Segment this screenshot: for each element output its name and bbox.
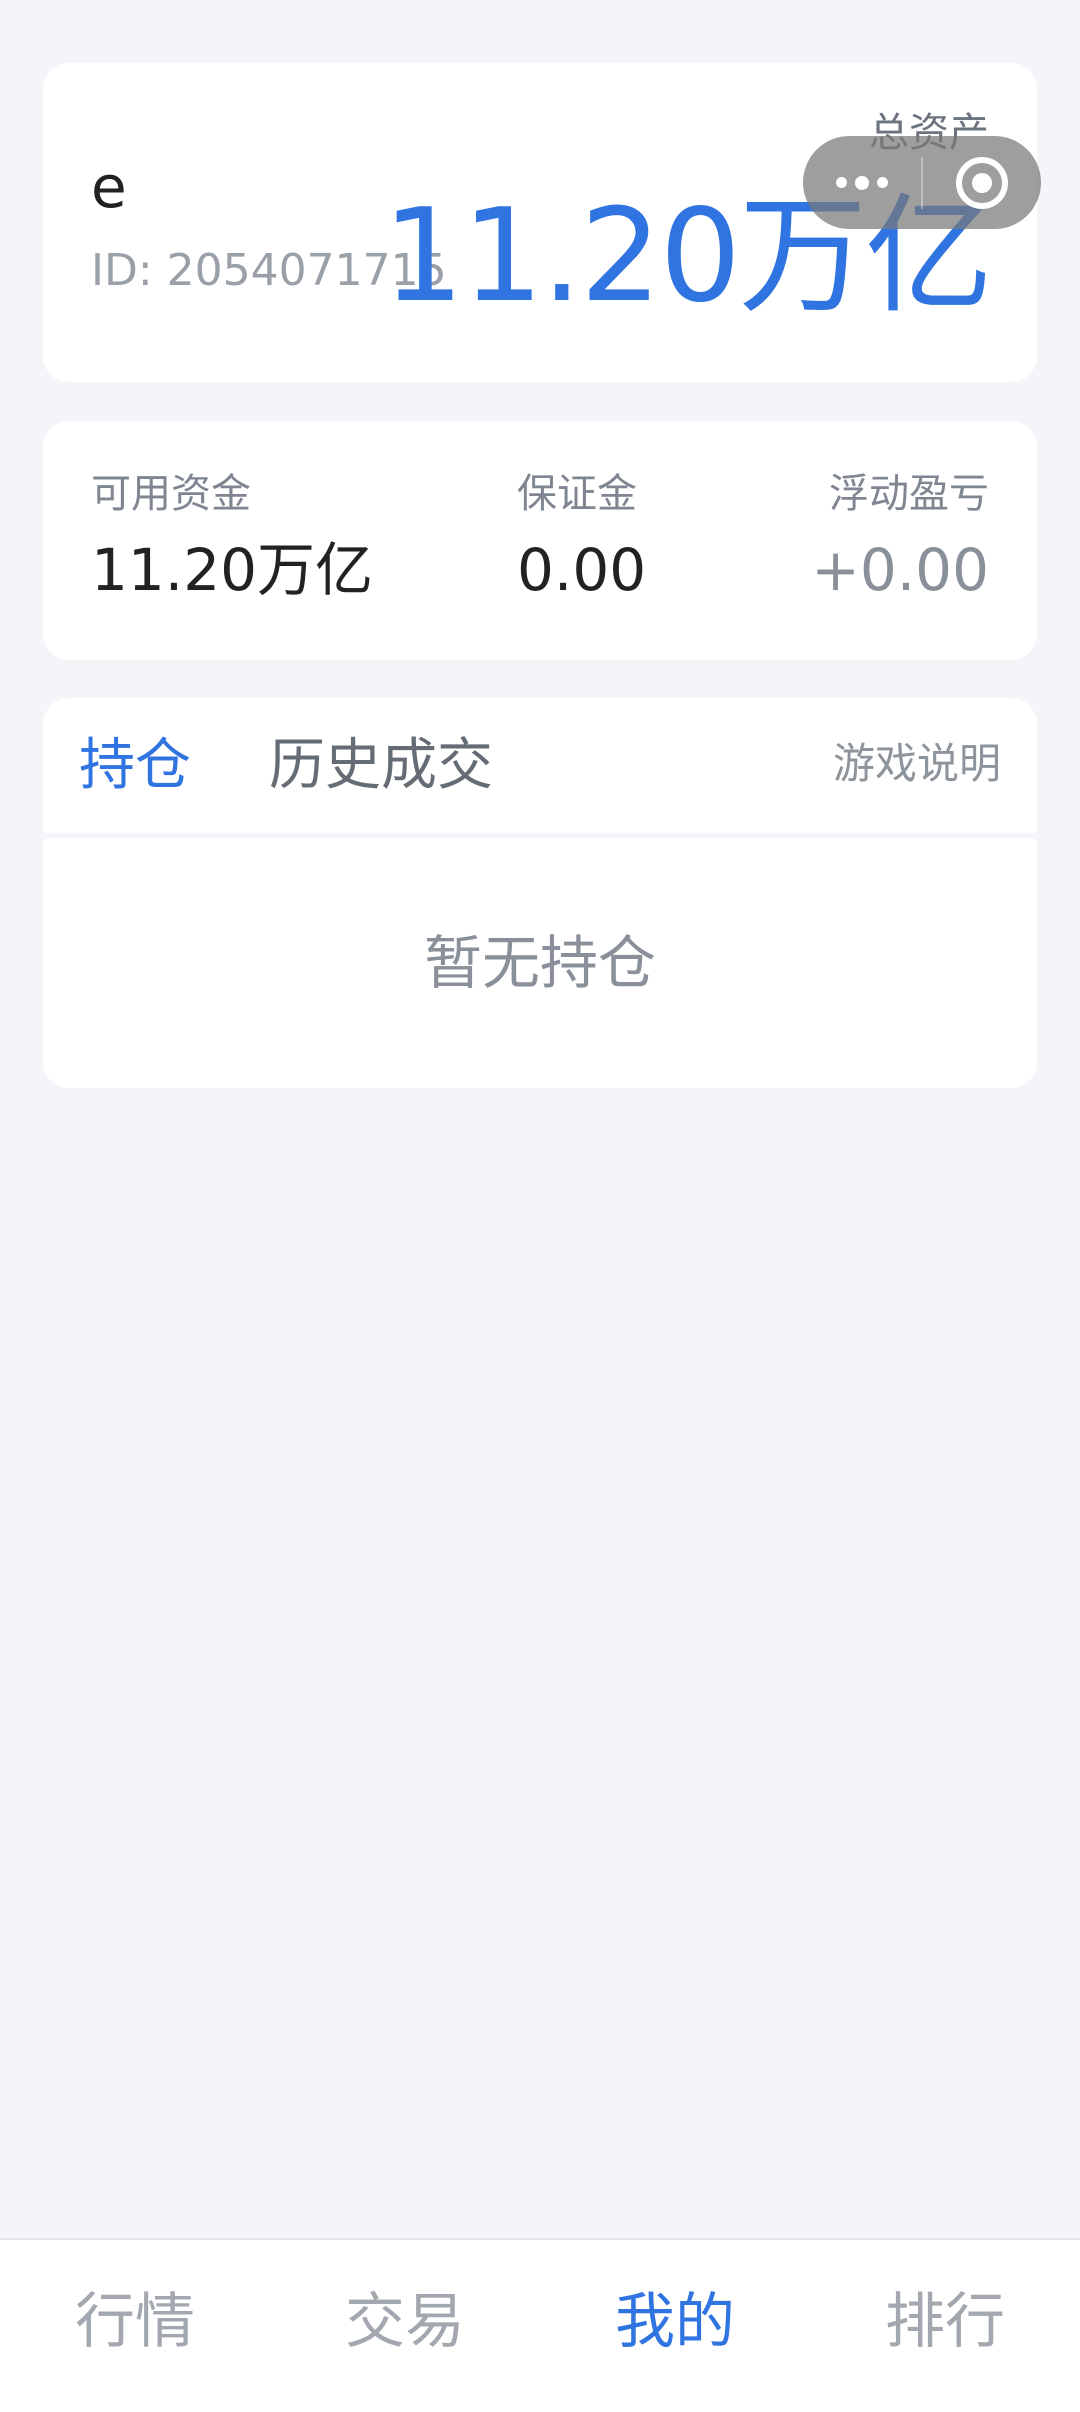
game-help-link[interactable]: 游戏说明 bbox=[833, 743, 1001, 785]
bottom-nav: 行情 交易 我的 排行 bbox=[0, 2238, 1080, 2412]
nav-market[interactable]: 行情 bbox=[0, 2240, 270, 2412]
margin-value: 0.00 bbox=[517, 536, 647, 604]
positions-panel: 暂无持仓 bbox=[43, 838, 1037, 1088]
mini-program-capsule bbox=[803, 136, 1041, 229]
tab-history[interactable]: 历史成交 bbox=[269, 738, 493, 794]
close-target-icon[interactable] bbox=[923, 136, 1041, 229]
floating-pnl-value: +0.00 bbox=[811, 536, 989, 604]
profile-page: e ID: 2054071715 总资产 11.20万亿 可用资金 11.20万… bbox=[0, 0, 1080, 2412]
nav-ranking[interactable]: 排行 bbox=[810, 2240, 1080, 2412]
available-funds-label: 可用资金 bbox=[91, 471, 251, 517]
floating-pnl-label: 浮动盈亏 bbox=[829, 471, 989, 517]
nav-mine[interactable]: 我的 bbox=[540, 2240, 810, 2412]
margin-label: 保证金 bbox=[517, 471, 637, 517]
nav-trade[interactable]: 交易 bbox=[270, 2240, 540, 2412]
available-funds-value: 11.20万亿 bbox=[91, 536, 374, 604]
empty-state-text: 暂无持仓 bbox=[423, 929, 656, 997]
tabs-bar: 持仓 历史成交 游戏说明 bbox=[43, 698, 1037, 833]
balance-card: 可用资金 11.20万亿 保证金 0.00 浮动盈亏 +0.00 bbox=[43, 421, 1037, 660]
username: e bbox=[91, 153, 127, 221]
tab-positions[interactable]: 持仓 bbox=[79, 738, 191, 794]
more-icon[interactable] bbox=[803, 136, 921, 229]
